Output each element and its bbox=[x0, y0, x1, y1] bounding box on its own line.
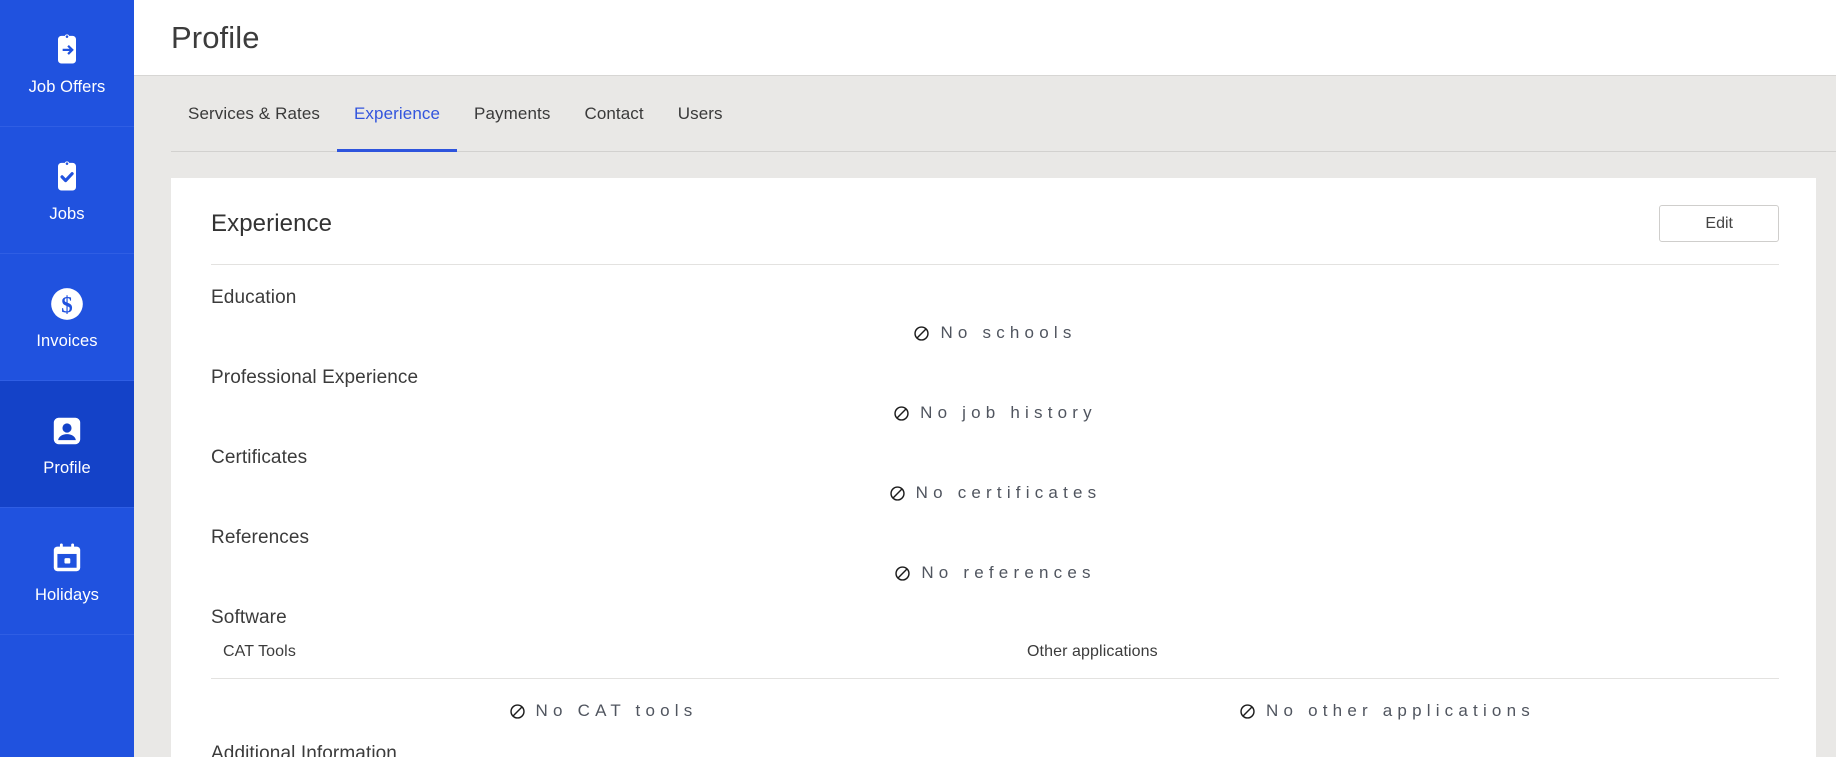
page-title: Profile bbox=[171, 19, 260, 55]
sidebar-item-label: Holidays bbox=[34, 586, 100, 605]
section-additional-information: Additional Information No additional inf… bbox=[211, 721, 1779, 757]
tab-services-rates[interactable]: Services & Rates bbox=[171, 76, 337, 152]
empty-state-certificates: No certificates bbox=[211, 469, 1779, 505]
software-col-other-apps: Other applications bbox=[995, 643, 1779, 661]
tab-payments[interactable]: Payments bbox=[457, 76, 567, 152]
calendar-icon bbox=[47, 538, 87, 578]
empty-text-education: No schools bbox=[940, 323, 1077, 343]
empty-text-professional-experience: No job history bbox=[920, 403, 1097, 423]
empty-state-references: No references bbox=[211, 549, 1779, 585]
sidebar-item-label: Profile bbox=[43, 459, 91, 478]
tab-bar: Services & Rates Experience Payments Con… bbox=[134, 76, 1836, 152]
section-software: Software CAT Tools Other applications No… bbox=[211, 585, 1779, 721]
section-label-additional-information: Additional Information bbox=[211, 743, 397, 757]
experience-card-header: Experience Edit bbox=[211, 205, 1779, 266]
clipboard-check-icon bbox=[47, 157, 87, 197]
empty-state-other-applications: No other applications bbox=[995, 701, 1779, 721]
tab-label: Contact bbox=[584, 104, 644, 123]
edit-button[interactable]: Edit bbox=[1659, 205, 1779, 243]
section-references: References No references bbox=[211, 505, 1779, 585]
ban-icon bbox=[913, 325, 930, 342]
section-label-professional-experience: Professional Experience bbox=[211, 367, 419, 389]
column-header-other-applications: Other applications bbox=[1027, 643, 1158, 661]
content-scroll-area[interactable]: Experience Edit Education No schools Pro… bbox=[134, 152, 1836, 757]
software-col-cat-tools: CAT Tools bbox=[211, 643, 995, 661]
tab-label: Users bbox=[677, 104, 723, 123]
app-root: Job Offers Jobs $ Invoices Profile Holid… bbox=[0, 0, 1836, 757]
empty-text-other-applications: No other applications bbox=[1266, 701, 1535, 721]
empty-state-professional-experience: No job history bbox=[211, 389, 1779, 425]
empty-text-references: No references bbox=[921, 563, 1096, 583]
dollar-circle-icon: $ bbox=[47, 284, 87, 324]
experience-heading: Experience bbox=[211, 209, 333, 237]
tab-experience[interactable]: Experience bbox=[336, 76, 458, 152]
section-education: Education No schools bbox=[211, 265, 1779, 345]
column-header-cat-tools: CAT Tools bbox=[223, 643, 296, 661]
user-card-icon bbox=[47, 411, 87, 451]
sidebar-item-label: Jobs bbox=[49, 205, 85, 224]
empty-state-education: No schools bbox=[211, 309, 1779, 345]
sidebar-item-invoices[interactable]: $ Invoices bbox=[0, 254, 134, 381]
experience-card: Experience Edit Education No schools Pro… bbox=[171, 178, 1816, 757]
section-professional-experience: Professional Experience No job history bbox=[211, 345, 1779, 425]
svg-text:$: $ bbox=[61, 293, 72, 318]
software-column-headers: CAT Tools Other applications bbox=[211, 629, 1779, 661]
main-area: Profile Services & Rates Experience Paym… bbox=[134, 0, 1836, 757]
sidebar-item-job-offers[interactable]: Job Offers bbox=[0, 0, 134, 127]
empty-state-cat-tools: No CAT tools bbox=[211, 701, 995, 721]
empty-text-certificates: No certificates bbox=[915, 483, 1102, 503]
sidebar-item-jobs[interactable]: Jobs bbox=[0, 127, 134, 254]
section-label-software: Software bbox=[211, 607, 287, 629]
software-empty-states: No CAT tools No other applications bbox=[211, 679, 1779, 721]
sidebar-item-profile[interactable]: Profile bbox=[0, 381, 134, 508]
sidebar-item-holidays[interactable]: Holidays bbox=[0, 508, 134, 635]
tab-label: Services & Rates bbox=[188, 104, 320, 123]
tab-label: Experience bbox=[353, 104, 441, 123]
ban-icon bbox=[509, 703, 526, 720]
sidebar: Job Offers Jobs $ Invoices Profile Holid… bbox=[0, 0, 134, 757]
section-certificates: Certificates No certificates bbox=[211, 425, 1779, 505]
ban-icon bbox=[1239, 703, 1256, 720]
clipboard-arrow-icon bbox=[47, 30, 87, 70]
sidebar-item-label: Invoices bbox=[36, 332, 98, 351]
tab-label: Payments bbox=[474, 104, 551, 123]
section-label-education: Education bbox=[211, 287, 297, 309]
ban-icon bbox=[893, 405, 910, 422]
page-header: Profile bbox=[134, 0, 1836, 76]
section-label-certificates: Certificates bbox=[211, 447, 308, 469]
ban-icon bbox=[894, 565, 911, 582]
empty-text-cat-tools: No CAT tools bbox=[535, 701, 698, 721]
tab-users[interactable]: Users bbox=[661, 76, 740, 152]
tab-contact[interactable]: Contact bbox=[567, 76, 660, 152]
sidebar-item-label: Job Offers bbox=[28, 78, 106, 97]
section-label-references: References bbox=[211, 527, 310, 549]
ban-icon bbox=[889, 485, 906, 502]
